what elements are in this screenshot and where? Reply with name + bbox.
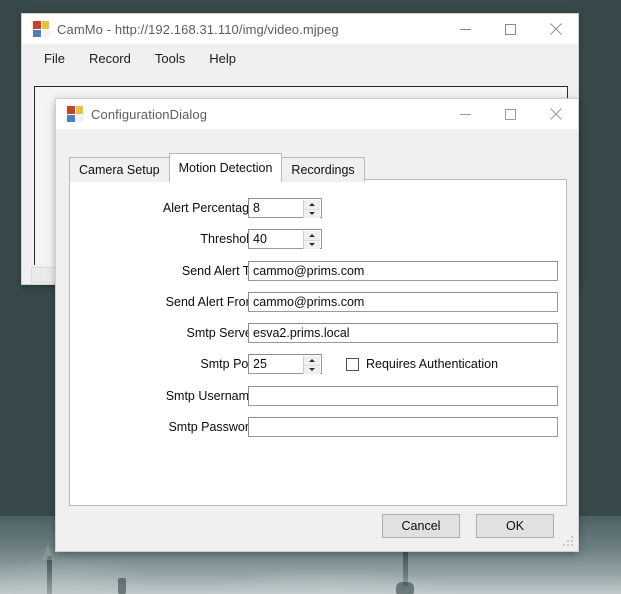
menu-item-record[interactable]: Record <box>79 47 141 70</box>
dialog-minimize-button[interactable] <box>443 99 488 129</box>
wallpaper-shape <box>396 582 414 594</box>
label-send-alert-to: Send Alert To <box>181 264 256 278</box>
maximize-icon <box>505 23 516 35</box>
textbox-smtp-username[interactable] <box>248 386 558 406</box>
menu-item-tools[interactable]: Tools <box>145 47 195 70</box>
main-window-title: CamMo - http://192.168.31.110/img/video.… <box>57 21 339 37</box>
value-alert-percentage: 8 <box>253 201 260 215</box>
close-button[interactable] <box>533 14 578 44</box>
input-send-alert-to[interactable]: cammo@prims.com <box>248 261 558 281</box>
input-alert-percentage[interactable]: 8 <box>248 198 322 218</box>
label-smtp-password: Smtp Password <box>168 420 256 434</box>
input-smtp-port[interactable]: 25 <box>248 354 322 374</box>
maximize-button[interactable] <box>488 14 533 44</box>
field-row-smtp-username: Smtp Username <box>70 385 566 407</box>
minimize-icon <box>460 28 471 30</box>
chevron-down-icon <box>309 368 315 372</box>
spinner-buttons <box>303 231 320 249</box>
dialog-window-controls <box>443 99 578 129</box>
input-smtp-username[interactable] <box>248 386 558 406</box>
label-smtp-server: Smtp Server <box>186 326 256 340</box>
checkbox-box-icon[interactable] <box>346 357 359 371</box>
spinner-down-button[interactable] <box>304 209 320 218</box>
field-row-smtp-port: Smtp Port 25 Requires Authentication <box>70 353 566 375</box>
label-smtp-username: Smtp Username <box>165 389 256 403</box>
input-smtp-password[interactable] <box>248 417 558 437</box>
label-send-alert-from: Send Alert From <box>165 295 256 309</box>
cancel-button[interactable]: Cancel <box>382 514 460 538</box>
chevron-up-icon <box>309 233 315 237</box>
dialog-title: ConfigurationDialog <box>91 106 208 122</box>
ok-button[interactable]: OK <box>476 514 554 538</box>
chevron-up-icon <box>309 358 315 362</box>
minimize-icon <box>460 113 471 115</box>
minimize-button[interactable] <box>443 14 488 44</box>
resize-grip-icon[interactable] <box>563 536 575 548</box>
spinner-up-button[interactable] <box>304 200 320 210</box>
dialog-maximize-button[interactable] <box>488 99 533 129</box>
dialog-footer: Cancel OK <box>56 505 578 551</box>
tabstrip: Camera Setup Motion Detection Recordings <box>69 153 365 182</box>
main-window-titlebar[interactable]: CamMo - http://192.168.31.110/img/video.… <box>22 14 578 44</box>
wallpaper-shape <box>42 544 54 560</box>
app-icon <box>67 106 83 122</box>
value-send-alert-from: cammo@prims.com <box>253 295 365 309</box>
field-row-smtp-server: Smtp Server esva2.prims.local <box>70 322 566 344</box>
screen: CamMo - http://192.168.31.110/img/video.… <box>0 0 621 594</box>
chevron-down-icon <box>309 243 315 247</box>
maximize-icon <box>505 108 516 120</box>
tab-motion-detection[interactable]: Motion Detection <box>168 153 283 182</box>
textbox-send-alert-to[interactable]: cammo@prims.com <box>248 261 558 281</box>
dialog-titlebar[interactable]: ConfigurationDialog <box>56 99 578 129</box>
menu-item-file[interactable]: File <box>34 47 75 70</box>
close-icon <box>549 23 562 35</box>
app-icon <box>33 21 49 37</box>
spinbox-alert-percentage[interactable]: 8 <box>248 198 322 218</box>
spinner-up-button[interactable] <box>304 356 320 366</box>
tab-recordings[interactable]: Recordings <box>281 157 365 182</box>
label-threshold: Threshold <box>200 232 256 246</box>
chevron-up-icon <box>309 202 315 206</box>
main-window-controls <box>443 14 578 44</box>
textbox-send-alert-from[interactable]: cammo@prims.com <box>248 292 558 312</box>
configuration-dialog: ConfigurationDialog Camera Setup Motion … <box>56 99 578 551</box>
input-send-alert-from[interactable]: cammo@prims.com <box>248 292 558 312</box>
label-alert-percentage: Alert Percentage <box>162 201 256 215</box>
spinbox-smtp-port[interactable]: 25 <box>248 354 322 374</box>
value-smtp-port: 25 <box>253 357 267 371</box>
field-row-send-alert-from: Send Alert From cammo@prims.com <box>70 291 566 313</box>
label-smtp-port: Smtp Port <box>200 357 256 371</box>
main-menubar: File Record Tools Help <box>22 44 578 72</box>
input-smtp-server[interactable]: esva2.prims.local <box>248 323 558 343</box>
spinbox-threshold[interactable]: 40 <box>248 229 322 249</box>
textbox-smtp-password[interactable] <box>248 417 558 437</box>
field-row-alert-percentage: Alert Percentage 8 <box>70 197 566 219</box>
value-threshold: 40 <box>253 232 267 246</box>
wallpaper-shape <box>403 546 408 586</box>
textbox-smtp-server[interactable]: esva2.prims.local <box>248 323 558 343</box>
value-send-alert-to: cammo@prims.com <box>253 264 365 278</box>
checkbox-requires-authentication[interactable]: Requires Authentication <box>346 357 498 371</box>
wallpaper-shape <box>118 578 126 594</box>
tabpage-motion-detection: Alert Percentage 8 Threshold 40 Send Ale… <box>69 179 567 506</box>
field-row-smtp-password: Smtp Password <box>70 416 566 438</box>
wallpaper-shape <box>47 556 52 594</box>
spinner-down-button[interactable] <box>304 240 320 249</box>
field-row-send-alert-to: Send Alert To cammo@prims.com <box>70 260 566 282</box>
close-icon <box>549 108 562 120</box>
value-smtp-server: esva2.prims.local <box>253 326 350 340</box>
tab-camera-setup[interactable]: Camera Setup <box>69 157 170 182</box>
input-threshold[interactable]: 40 <box>248 229 322 249</box>
chevron-down-icon <box>309 212 315 216</box>
spinner-up-button[interactable] <box>304 231 320 241</box>
field-row-threshold: Threshold 40 <box>70 228 566 250</box>
spinner-buttons <box>303 356 320 374</box>
dialog-body: Camera Setup Motion Detection Recordings… <box>56 129 578 551</box>
dialog-close-button[interactable] <box>533 99 578 129</box>
menu-item-help[interactable]: Help <box>199 47 246 70</box>
checkbox-label-requires-authentication: Requires Authentication <box>366 357 499 371</box>
spinner-down-button[interactable] <box>304 365 320 374</box>
spinner-buttons <box>303 200 320 218</box>
